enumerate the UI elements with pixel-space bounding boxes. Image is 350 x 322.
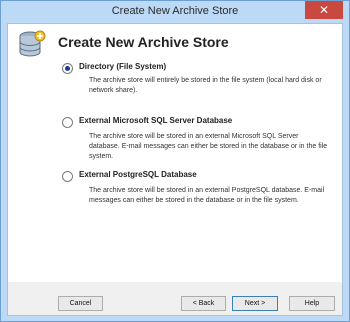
dialog-client: Create New Archive Store Directory (File… [7,23,343,316]
back-button[interactable]: < Back [181,296,226,311]
close-icon: ✕ [318,3,330,17]
option-postgresql-label: External PostgreSQL Database [79,170,197,179]
close-button[interactable]: ✕ [305,1,343,19]
cancel-button[interactable]: Cancel [58,296,103,311]
window-title: Create New Archive Store [111,5,239,17]
option-directory-label: Directory (File System) [79,62,167,71]
option-postgresql-description: The archive store will be stored in an e… [89,187,325,204]
next-button[interactable]: Next > [232,296,278,311]
radio-mssql[interactable] [62,117,73,128]
dialog-window: Create New Archive Store ✕ Create New Ar… [0,0,350,322]
title-bar[interactable]: Create New Archive Store ✕ [1,1,349,23]
option-directory-description: The archive store will entirely be store… [89,77,322,94]
page-heading: Create New Archive Store [58,34,229,50]
wizard-page: Create New Archive Store Directory (File… [8,24,342,282]
radio-postgresql[interactable] [62,171,73,182]
help-button[interactable]: Help [289,296,335,311]
button-bar: Cancel < Back Next > Help [8,282,342,315]
option-mssql-description: The archive store will be stored in an e… [89,133,328,160]
option-mssql-label: External Microsoft SQL Server Database [79,116,233,125]
radio-directory[interactable] [62,63,73,74]
database-icon [19,30,46,57]
